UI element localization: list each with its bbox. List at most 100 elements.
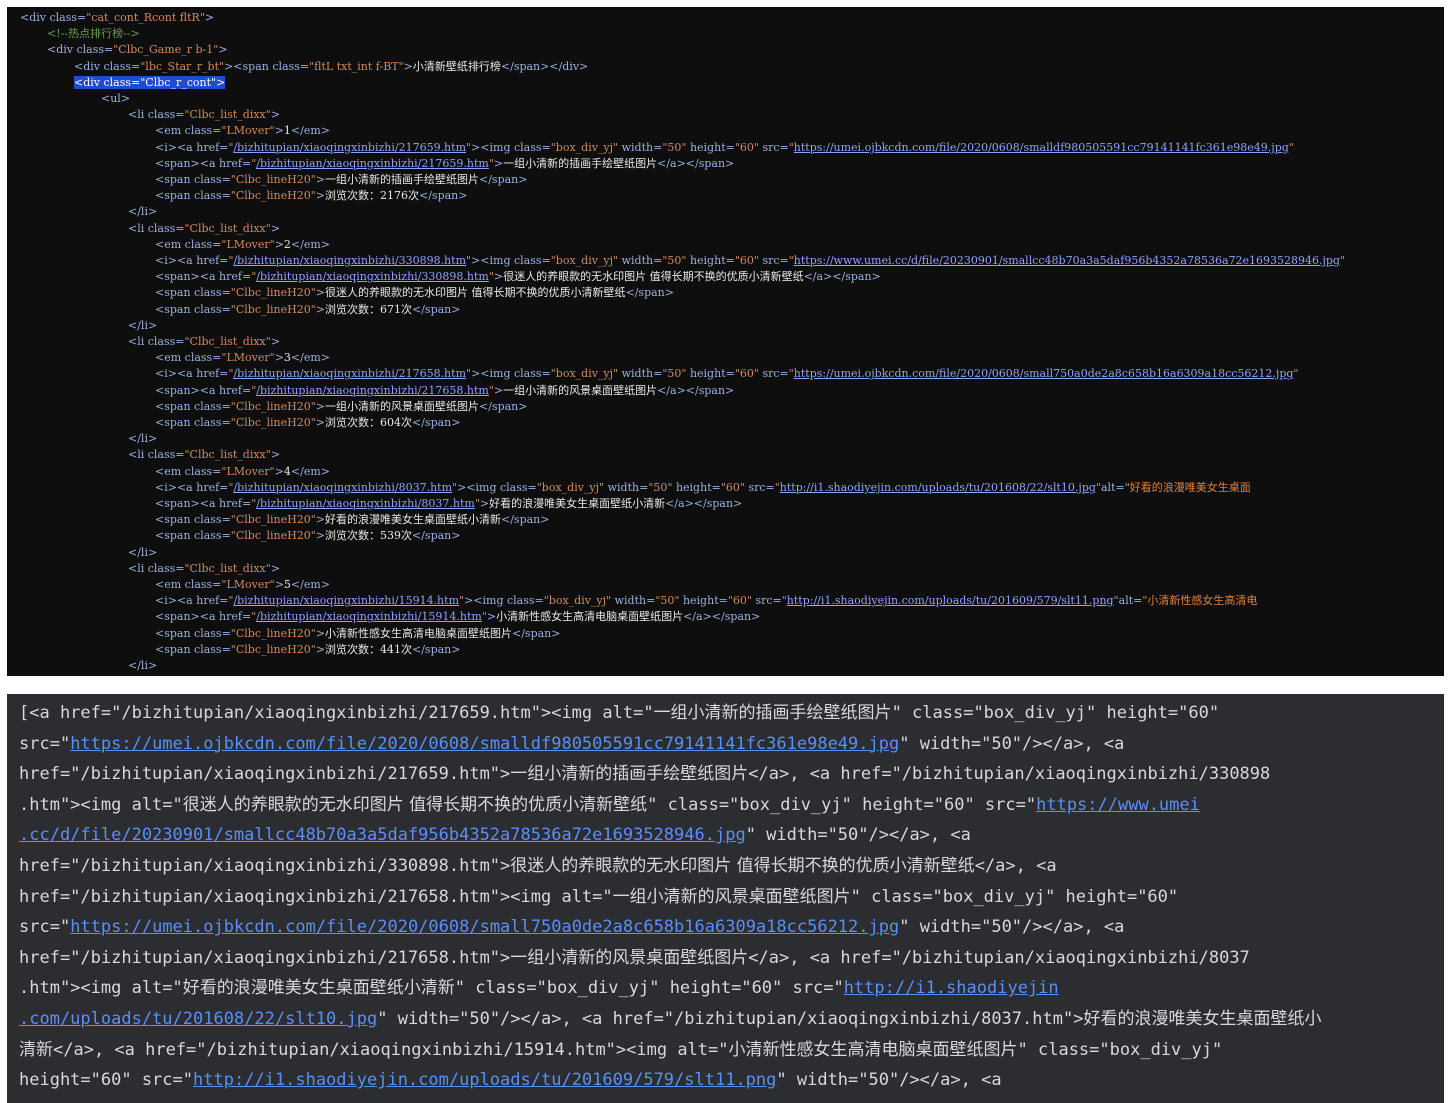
tree-node[interactable]: <span><a href="/bizhitupian/xiaoqingxinb… (155, 269, 881, 285)
console-text: " class="box_div_yj" height="60" src=" (454, 978, 844, 999)
tree-token: </span> (501, 513, 550, 527)
tree-link[interactable]: /bizhitupian/xiaoqingxinbizhi/15914.htm (233, 594, 459, 607)
console-url-link[interactable]: https://www.umei (1036, 795, 1200, 815)
console-text: href="/bizhitupian/xiaoqingxinbizhi/2176… (19, 764, 511, 785)
console-url-link[interactable]: http://i1.shaodiyejin.com/uploads/tu/201… (193, 1070, 776, 1090)
tree-link[interactable]: /bizhitupian/xiaoqingxinbizhi/8037.htm (233, 481, 452, 494)
tree-token: class= (499, 480, 537, 494)
tree-node[interactable]: <i><a href="/bizhitupian/xiaoqingxinbizh… (155, 480, 1251, 496)
tree-node[interactable]: <span><a href="/bizhitupian/xiaoqingxinb… (155, 496, 742, 512)
tree-token: <span (155, 399, 195, 413)
tree-token: </a></span> (683, 610, 761, 624)
tree-node[interactable]: </li> (128, 658, 157, 674)
tree-link[interactable]: /bizhitupian/xiaoqingxinbizhi/217658.htm (256, 384, 489, 397)
console-output-line: .htm"><img alt="好看的浪漫唯美女生桌面壁纸小清新" class=… (19, 973, 1059, 1003)
tree-node[interactable]: <span><a href="/bizhitupian/xiaoqingxinb… (155, 156, 734, 172)
console-text: </a>, <a (974, 856, 1057, 876)
tree-node[interactable]: <em class="LMover">1</em> (155, 123, 330, 139)
tree-token: > (493, 270, 504, 284)
tree-node[interactable]: <li class="Clbc_list_dixx"> (128, 107, 280, 123)
tree-node[interactable]: <i><a href="/bizhitupian/xiaoqingxinbizh… (155, 366, 1298, 382)
tree-node[interactable]: <span class="Clbc_lineH20">浏览次数：539次</sp… (155, 528, 460, 544)
tree-node[interactable]: <span class="Clbc_lineH20">浏览次数：671次</sp… (155, 302, 460, 318)
tree-node[interactable]: <i><a href="/bizhitupian/xiaoqingxinbizh… (155, 593, 1257, 609)
tree-node[interactable]: <span><a href="/bizhitupian/xiaoqingxinb… (155, 609, 760, 625)
elements-tree-panel[interactable]: <div class="cat_cont_Rcont fltR"> <!--热点排… (7, 7, 1444, 676)
tree-link[interactable]: https://umei.ojbkcdn.com/file/2020/0608/… (794, 367, 1294, 380)
tree-node[interactable]: <i><a href="/bizhitupian/xiaoqingxinbizh… (155, 140, 1294, 156)
tree-token: class= (194, 626, 231, 640)
console-url-link[interactable]: .com/uploads/tu/201608/22/slt10.jpg (19, 1009, 377, 1029)
tree-node[interactable]: <!--热点排行榜--> (47, 26, 140, 42)
tree-node[interactable]: <span class="Clbc_lineH20">一组小清新的风景桌面壁纸图… (155, 399, 527, 415)
tree-token: 4 (283, 464, 291, 478)
tree-node[interactable]: <em class="LMover">4</em> (155, 464, 330, 480)
tree-node[interactable]: <div class="Clbc_Game_r b-1"> (47, 42, 228, 58)
tree-node[interactable]: </li> (128, 204, 157, 220)
tree-node[interactable]: </li> (128, 545, 157, 561)
tree-node[interactable]: <span class="Clbc_lineH20">很迷人的养眼款的无水印图片… (155, 285, 674, 301)
tree-node[interactable]: <em class="LMover">5</em> (155, 577, 330, 593)
tree-node[interactable]: <em class="LMover">3</em> (155, 350, 330, 366)
tree-token: 浏览次数：604次 (325, 416, 412, 429)
tree-link[interactable]: /bizhitupian/xiaoqingxinbizhi/217658.htm (233, 367, 466, 380)
tree-node[interactable]: <li class="Clbc_list_dixx"> (128, 221, 280, 237)
console-output-panel[interactable]: [<a href="/bizhitupian/xiaoqingxinbizhi/… (7, 694, 1444, 1103)
tree-node[interactable]: <ul> (101, 91, 130, 107)
tree-token: alt= (1100, 480, 1125, 494)
tree-token: href= (196, 367, 229, 381)
tree-token: > (270, 335, 281, 348)
tree-node[interactable]: <li class="Clbc_list_dixx"> (128, 447, 280, 463)
tree-token: <span><a (155, 156, 220, 170)
tree-link[interactable]: /bizhitupian/xiaoqingxinbizhi/15914.htm (256, 610, 482, 623)
tree-node[interactable]: <span class="Clbc_lineH20">浏览次数：441次</sp… (155, 642, 460, 658)
tree-link[interactable]: /bizhitupian/xiaoqingxinbizhi/217659.htm (256, 157, 489, 170)
tree-node[interactable]: <span class="Clbc_lineH20">浏览次数：2176次</s… (155, 188, 467, 204)
tree-token: ><img (464, 594, 507, 608)
console-output-line: href="/bizhitupian/xiaoqingxinbizhi/2176… (19, 759, 1270, 789)
tree-link[interactable]: http://i1.shaodiyejin.com/uploads/tu/201… (787, 594, 1114, 607)
console-output-line: .cc/d/file/20230901/smallcc48b70a3a5daf9… (19, 820, 971, 850)
tree-link[interactable]: https://umei.ojbkcdn.com/file/2020/0608/… (794, 141, 1289, 154)
tree-token: > (218, 43, 228, 57)
tree-token: </span> (479, 399, 528, 413)
console-url-link[interactable]: https://umei.ojbkcdn.com/file/2020/0608/… (70, 734, 899, 754)
console-text: " class="box_div_yj" height="60" src=" (647, 794, 1037, 815)
tree-link[interactable]: https://www.umei.cc/d/file/20230901/smal… (794, 254, 1340, 267)
tree-token: <span (155, 173, 195, 186)
tree-node[interactable]: <i><a href="/bizhitupian/xiaoqingxinbizh… (155, 253, 1345, 269)
tree-node[interactable]: <div class="cat_cont_Rcont fltR"> (20, 10, 214, 26)
tree-node[interactable]: <span class="Clbc_lineH20">浏览次数：604次</sp… (155, 415, 460, 431)
tree-node[interactable]: </li> (128, 431, 157, 447)
tree-node[interactable]: <li class="Clbc_list_dixx"> (128, 334, 280, 350)
console-url-link[interactable]: https://umei.ojbkcdn.com/file/2020/0608/… (70, 917, 899, 937)
console-url-link[interactable]: http://i1.shaodiyejin (844, 978, 1059, 998)
tree-node[interactable]: <em class="LMover">2</em> (155, 237, 330, 253)
tree-token: class= (103, 59, 141, 73)
tree-token: "Clbc_list_dixx" (184, 561, 271, 575)
tree-token: class= (194, 529, 231, 543)
tree-node[interactable]: <span class="Clbc_lineH20">好看的浪漫唯美女生桌面壁纸… (155, 512, 549, 528)
tree-node[interactable]: <span class="Clbc_lineH20">一组小清新的插画手绘壁纸图… (155, 172, 527, 188)
console-text: .htm"><img alt=" (19, 978, 183, 999)
tree-token: width= (604, 480, 649, 494)
tree-node[interactable]: <div class="lbc_Star_r_bt"><span class="… (74, 59, 588, 75)
console-text: 一组小清新的插画手绘壁纸图片 (653, 703, 892, 723)
console-output-line: href="/bizhitupian/xiaoqingxinbizhi/2176… (19, 882, 1178, 912)
tree-node[interactable]: <span class="Clbc_lineH20">小清新性感女生高清电脑桌面… (155, 626, 560, 642)
tree-link[interactable]: /bizhitupian/xiaoqingxinbizhi/330898.htm (233, 254, 466, 267)
tree-node[interactable]: <span><a href="/bizhitupian/xiaoqingxinb… (155, 383, 734, 399)
console-url-link[interactable]: .cc/d/file/20230901/smallcc48b70a3a5daf9… (19, 825, 746, 845)
tree-link[interactable]: /bizhitupian/xiaoqingxinbizhi/217659.htm (233, 141, 466, 154)
tree-link[interactable]: /bizhitupian/xiaoqingxinbizhi/8037.htm (256, 497, 475, 510)
tree-token: class= (194, 642, 231, 656)
tree-node-selected[interactable]: <div class="Clbc_r_cont"> (74, 75, 226, 91)
console-output-line: href="/bizhitupian/xiaoqingxinbizhi/2176… (19, 943, 1250, 973)
tree-link[interactable]: /bizhitupian/xiaoqingxinbizhi/330898.htm (256, 270, 489, 283)
tree-node[interactable]: </li> (128, 318, 157, 334)
tree-token: <span><a (155, 383, 220, 397)
tree-link[interactable]: http://i1.shaodiyejin.com/uploads/tu/201… (780, 481, 1096, 494)
tree-token: </span> (512, 626, 561, 640)
tree-node[interactable]: <li class="Clbc_list_dixx"> (128, 561, 280, 577)
tree-token: 2 (283, 237, 291, 251)
